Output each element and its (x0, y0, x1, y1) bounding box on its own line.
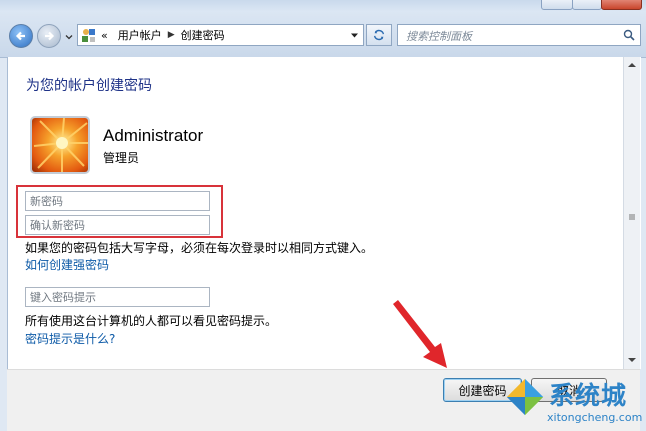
title-bar (0, 0, 646, 12)
page-title: 为您的帐户创建密码 (26, 78, 152, 94)
watermark-url: xitongcheng.com (547, 411, 643, 424)
navigation-bar: « 用户帐户 ▶ 创建密码 搜索控制面板 (0, 12, 646, 58)
password-hint-link[interactable]: 密码提示是什么? (25, 330, 115, 347)
watermark-logo-icon (506, 378, 544, 416)
case-sensitivity-note: 如果您的密码包括大写字母，必须在每次登录时以相同方式键入。 (25, 241, 374, 255)
breadcrumb-user-accounts[interactable]: 用户帐户 (118, 27, 162, 43)
new-password-field[interactable] (25, 191, 210, 211)
user-role: 管理员 (103, 151, 140, 165)
annotation-arrow-icon (393, 300, 447, 368)
back-arrow-icon (15, 31, 25, 41)
close-button[interactable] (601, 0, 642, 10)
control-panel-users-icon (82, 29, 95, 42)
minimize-button[interactable] (541, 0, 573, 10)
forward-arrow-icon (45, 31, 55, 41)
vertical-scrollbar[interactable] (623, 57, 640, 369)
watermark: 系统城 xitongcheng.com (503, 373, 643, 430)
flower-avatar-icon (32, 118, 88, 172)
search-icon[interactable] (623, 29, 635, 41)
scroll-grip-icon[interactable] (628, 213, 636, 221)
scroll-down-icon[interactable] (628, 356, 636, 364)
breadcrumb-create-password[interactable]: 创建密码 (181, 27, 225, 43)
password-hint-field[interactable] (25, 287, 210, 307)
search-box[interactable]: 搜索控制面板 (397, 24, 641, 46)
confirm-password-field[interactable] (25, 215, 210, 235)
scroll-up-icon[interactable] (628, 61, 636, 69)
watermark-brand: 系统城 (549, 381, 628, 410)
address-dropdown-icon[interactable] (350, 31, 359, 40)
maximize-button[interactable] (572, 0, 602, 10)
strong-password-link[interactable]: 如何创建强密码 (25, 256, 109, 273)
hint-visibility-note: 所有使用这台计算机的人都可以看见密码提示。 (25, 314, 278, 328)
address-bar[interactable]: « 用户帐户 ▶ 创建密码 (77, 24, 364, 46)
back-button[interactable] (9, 24, 33, 48)
user-avatar (30, 116, 90, 174)
recent-pages-dropdown[interactable] (64, 32, 74, 42)
breadcrumb-separator[interactable]: ▶ (168, 30, 175, 40)
refresh-icon (373, 29, 385, 41)
user-name: Administrator (103, 126, 204, 145)
breadcrumb-overflow[interactable]: « (101, 29, 108, 42)
search-placeholder: 搜索控制面板 (406, 30, 472, 43)
refresh-button[interactable] (366, 24, 392, 46)
forward-button[interactable] (37, 24, 61, 48)
